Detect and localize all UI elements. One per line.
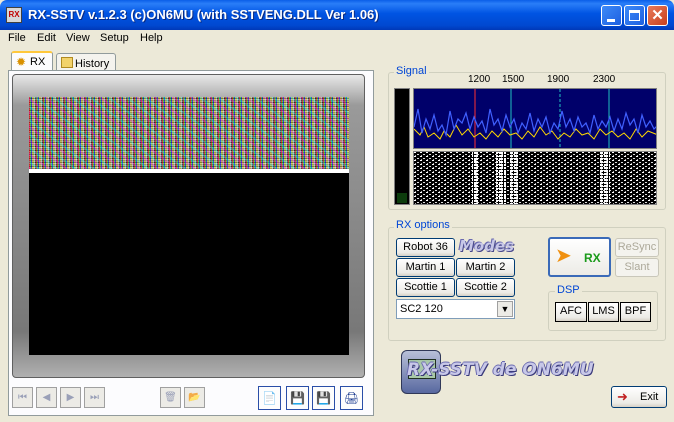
- menu-setup[interactable]: Setup: [100, 32, 129, 44]
- app-icon[interactable]: RX: [6, 7, 22, 23]
- trash-icon: 🗑: [164, 392, 177, 403]
- close-icon: ✕: [651, 7, 664, 24]
- copy-image-button[interactable]: 📄: [258, 386, 281, 410]
- maximize-icon: [629, 10, 640, 21]
- skip-last-icon: ⏭: [90, 392, 99, 403]
- maximize-button[interactable]: [624, 5, 645, 26]
- waterfall-band-2300: [600, 152, 610, 204]
- bpf-button[interactable]: BPF: [620, 302, 651, 322]
- rx-options-label: RX options: [394, 219, 452, 231]
- waterfall-band-1200: [472, 152, 478, 204]
- first-image-button[interactable]: ⏮: [12, 387, 33, 408]
- signal-label: Signal: [394, 65, 429, 77]
- delete-image-button[interactable]: 🗑: [160, 387, 181, 408]
- mode-martin2-button[interactable]: Martin 2: [456, 258, 515, 277]
- lms-button[interactable]: LMS: [588, 302, 619, 322]
- spectrum-display[interactable]: [413, 88, 657, 149]
- freq-label-1900: 1900: [547, 74, 570, 85]
- signal-level-meter: [394, 88, 410, 205]
- skip-first-icon: ⏮: [18, 392, 27, 403]
- gear-icon: ✹: [16, 55, 27, 69]
- spectrum-trace-blue: [414, 108, 656, 138]
- next-icon: ▶: [66, 392, 75, 403]
- logo-text: RX-SSTV de ON6MU: [407, 360, 594, 380]
- dsp-label: DSP: [555, 284, 582, 296]
- waterfall-graph: [414, 152, 656, 204]
- signal-level-fill: [397, 193, 407, 203]
- rx-sstv-logo: RX-SSTV de ON6MU: [401, 350, 606, 394]
- rx-arrow-icon: ➤: [555, 245, 572, 267]
- waterfall-band-1450: [496, 152, 506, 204]
- window-title: RX-SSTV v.1.2.3 (c)ON6MU (with SSTVENG.D…: [28, 7, 379, 22]
- waterfall-display[interactable]: [413, 151, 657, 205]
- save-as-icon: 💾: [316, 391, 331, 405]
- afc-button[interactable]: AFC: [555, 302, 587, 322]
- print-icon: 🖨: [343, 391, 360, 405]
- waterfall-noise: [414, 152, 656, 204]
- rx-start-button[interactable]: ➤ RX: [548, 237, 611, 277]
- folder-icon: [61, 57, 73, 68]
- previous-image-button[interactable]: ◀: [36, 387, 57, 408]
- tab-history-label: History: [75, 58, 110, 70]
- mode-scottie1-button[interactable]: Scottie 1: [396, 278, 455, 297]
- exit-button[interactable]: ➜ Exit: [611, 386, 667, 408]
- freq-label-1200: 1200: [468, 74, 491, 85]
- mode-martin1-button[interactable]: Martin 1: [396, 258, 455, 277]
- save-icon: 💾: [290, 391, 305, 405]
- resync-button[interactable]: ReSync: [615, 238, 659, 257]
- tab-history[interactable]: History: [56, 53, 116, 71]
- tab-rx[interactable]: ✹ RX: [11, 51, 53, 71]
- mode-select-value: SC2 120: [400, 303, 443, 315]
- rx-button-label: RX: [584, 251, 601, 265]
- waterfall-band-1500: [510, 152, 518, 204]
- received-image-display: [29, 97, 349, 355]
- minimize-icon: [607, 19, 615, 22]
- received-image-noise: [29, 97, 349, 169]
- menu-view[interactable]: View: [66, 32, 90, 44]
- save-image-button[interactable]: 💾: [286, 386, 309, 410]
- copy-icon: 📄: [262, 391, 277, 405]
- next-image-button[interactable]: ▶: [60, 387, 81, 408]
- image-monitor-frame: [12, 74, 365, 378]
- close-button[interactable]: ✕: [647, 5, 668, 26]
- spectrum-graph: [414, 89, 656, 148]
- previous-icon: ◀: [42, 392, 51, 403]
- menu-help[interactable]: Help: [140, 32, 163, 44]
- menu-edit[interactable]: Edit: [37, 32, 56, 44]
- exit-door-icon: ➜: [617, 389, 628, 404]
- freq-label-2300: 2300: [593, 74, 616, 85]
- tab-rx-label: RX: [30, 56, 46, 68]
- last-image-button[interactable]: ⏭: [84, 387, 105, 408]
- freq-label-1500: 1500: [502, 74, 525, 85]
- minimize-button[interactable]: [601, 5, 622, 26]
- menu-bar: File Edit View Setup Help: [0, 30, 674, 48]
- menu-file[interactable]: File: [8, 32, 26, 44]
- scan-line: [29, 169, 349, 173]
- save-as-button[interactable]: 💾: [312, 386, 335, 410]
- mode-robot36-button[interactable]: Robot 36: [396, 238, 455, 257]
- modes-logo: Modes: [459, 237, 515, 255]
- open-folder-icon: 📂: [188, 392, 201, 403]
- mode-scottie2-button[interactable]: Scottie 2: [456, 278, 515, 297]
- chevron-down-icon[interactable]: ▼: [497, 301, 513, 317]
- mode-select[interactable]: SC2 120 ▼: [396, 299, 515, 319]
- open-folder-button[interactable]: 📂: [184, 387, 205, 408]
- exit-label: Exit: [640, 391, 659, 403]
- print-button[interactable]: 🖨: [340, 386, 363, 410]
- slant-button[interactable]: Slant: [615, 258, 659, 277]
- title-bar[interactable]: RX RX-SSTV v.1.2.3 (c)ON6MU (with SSTVEN…: [0, 0, 674, 30]
